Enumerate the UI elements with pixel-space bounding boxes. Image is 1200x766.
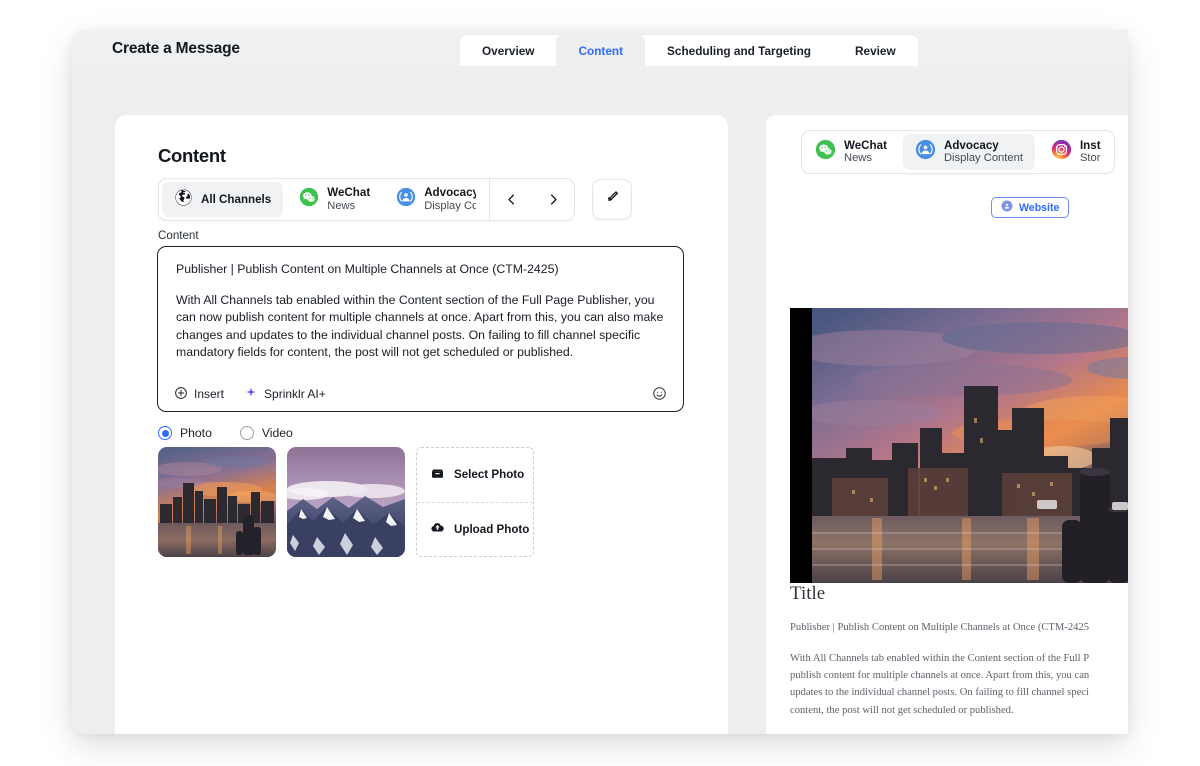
preview-panel: WeChat News Advocacy Display Content Ins… <box>765 115 1128 734</box>
preview-post-line-5: content, the post will not get scheduled… <box>790 704 1014 716</box>
tab-content[interactable]: Content <box>556 35 646 66</box>
insert-button[interactable]: Insert <box>174 386 224 403</box>
content-line-1: Publisher | Publish Content on Multiple … <box>176 262 559 276</box>
website-toggle-chip[interactable]: Website <box>991 197 1070 218</box>
radio-photo-label: Photo <box>180 426 212 440</box>
preview-channel-sublabel: News <box>844 152 872 165</box>
content-textarea-body: Publisher | Publish Content on Multiple … <box>158 247 683 362</box>
tab-scheduling-and-targeting[interactable]: Scheduling and Targeting <box>645 35 833 66</box>
website-chip-label: Website <box>1019 201 1060 214</box>
radio-video[interactable]: Video <box>239 426 293 440</box>
content-line-2: With All Channels tab enabled within the… <box>176 292 664 360</box>
advocacy-icon <box>915 139 936 165</box>
channel-next-button[interactable] <box>532 179 574 220</box>
select-photo-label: Select Photo <box>454 468 525 482</box>
preview-divider <box>765 115 766 734</box>
preview-channel-sublabel: Display Content <box>943 152 1023 165</box>
channel-prev-button[interactable] <box>490 179 532 220</box>
create-message-window: Create a Message Overview Content Schedu… <box>72 30 1128 734</box>
preview-channel-text: WeChat News <box>844 139 887 165</box>
preview-post-line-3: publish content for multiple channels at… <box>790 670 1090 682</box>
preview-channel-label: Inst <box>1079 138 1101 152</box>
photo-picker: Select Photo Upload Photo <box>416 447 534 557</box>
preview-channel-label: WeChat <box>844 138 887 152</box>
channel-tab-label: All Channels <box>201 193 272 206</box>
sprinklr-ai-button[interactable]: Sprinklr AI+ <box>244 386 326 403</box>
channel-tab-sublabel: Display Content <box>424 199 476 212</box>
insert-button-label: Insert <box>194 387 225 401</box>
instagram-icon <box>1051 139 1072 165</box>
preview-post-line-1: Publisher | Publish Content on Multiple … <box>790 622 1090 633</box>
advocacy-icon <box>1001 200 1013 215</box>
window-topbar: Create a Message Overview Content Schedu… <box>72 30 1128 70</box>
preview-post-line-2: With All Channels tab enabled within the… <box>790 653 1090 665</box>
advocacy-icon <box>396 187 416 212</box>
media-type-radio-group: Photo Video <box>158 426 293 440</box>
channel-tab-text: WeChat News <box>327 186 370 212</box>
channel-tab-advocacy[interactable]: Advocacy Display Content <box>383 179 489 220</box>
wizard-tabbar: Overview Content Scheduling and Targetin… <box>460 35 918 66</box>
upload-photo-label: Upload Photo <box>454 522 530 536</box>
media-thumbnail[interactable] <box>158 447 276 557</box>
composer-toolbar: Insert Sprinklr AI+ <box>158 377 683 411</box>
preview-post: Title Publisher | Publish Content on Mul… <box>790 583 1128 734</box>
preview-photo <box>790 308 1128 583</box>
plus-circle-icon <box>174 386 188 403</box>
radio-video-label: Video <box>261 426 293 440</box>
radio-video-indicator <box>239 426 254 440</box>
globe-icon <box>174 188 193 212</box>
pencil-icon <box>604 189 620 210</box>
sparkle-icon <box>244 386 258 403</box>
inbox-icon <box>430 466 445 484</box>
preview-channel-text: Inst Stor <box>1080 139 1101 165</box>
select-photo-button[interactable]: Select Photo <box>417 448 533 502</box>
preview-post-line-4: updates to the individual channel posts.… <box>790 687 1089 699</box>
tab-overview[interactable]: Overview <box>460 35 556 66</box>
preview-channel-tab-advocacy[interactable]: Advocacy Display Content <box>902 134 1035 170</box>
section-title: Content <box>158 145 226 166</box>
content-textarea[interactable]: Publisher | Publish Content on Multiple … <box>157 246 684 412</box>
preview-channel-tab-group: WeChat News Advocacy Display Content Ins… <box>801 130 1115 174</box>
channel-tab-label: Advocacy <box>424 186 477 200</box>
channel-tab-group: All Channels WeChat News Advocacy Displa… <box>158 178 576 221</box>
chevron-left-icon <box>504 192 519 207</box>
workspace: Content All Channels WeChat News Advocac… <box>72 70 1128 734</box>
tab-review[interactable]: Review <box>833 35 918 66</box>
upload-photo-button[interactable]: Upload Photo <box>417 501 533 557</box>
preview-channel-sublabel: Stor <box>1079 152 1101 165</box>
smiley-icon[interactable] <box>652 386 667 403</box>
channel-selector-row: All Channels WeChat News Advocacy Displa… <box>158 178 633 221</box>
media-thumbnail[interactable] <box>287 447 405 557</box>
edit-channels-button[interactable] <box>592 179 633 220</box>
channel-tab-text: Advocacy Display Content <box>424 186 476 212</box>
preview-post-title: Title <box>790 583 826 604</box>
channel-tab-label: WeChat <box>327 186 371 200</box>
radio-photo[interactable]: Photo <box>158 426 212 440</box>
preview-channel-tab-wechat[interactable]: WeChat News <box>802 131 900 173</box>
content-field-label: Content <box>158 229 199 242</box>
channel-pager <box>489 179 574 220</box>
preview-channel-label: Advocacy <box>943 138 999 152</box>
wechat-icon <box>299 187 319 212</box>
content-editor-card: Content All Channels WeChat News Advocac… <box>115 115 728 734</box>
radio-photo-indicator <box>158 426 172 440</box>
preview-channel-tab-instagram[interactable]: Inst Stor <box>1038 131 1114 173</box>
channel-tab-all-channels[interactable]: All Channels <box>162 182 284 217</box>
wechat-icon <box>815 139 836 165</box>
sprinklr-ai-label: Sprinklr AI+ <box>264 387 326 401</box>
page-title: Create a Message <box>112 40 240 57</box>
channel-tab-sublabel: News <box>327 199 356 212</box>
cloud-upload-icon <box>430 520 445 538</box>
channel-tab-wechat[interactable]: WeChat News <box>286 179 383 220</box>
chevron-right-icon <box>546 192 561 207</box>
preview-channel-text: Advocacy Display Content <box>944 139 1023 165</box>
